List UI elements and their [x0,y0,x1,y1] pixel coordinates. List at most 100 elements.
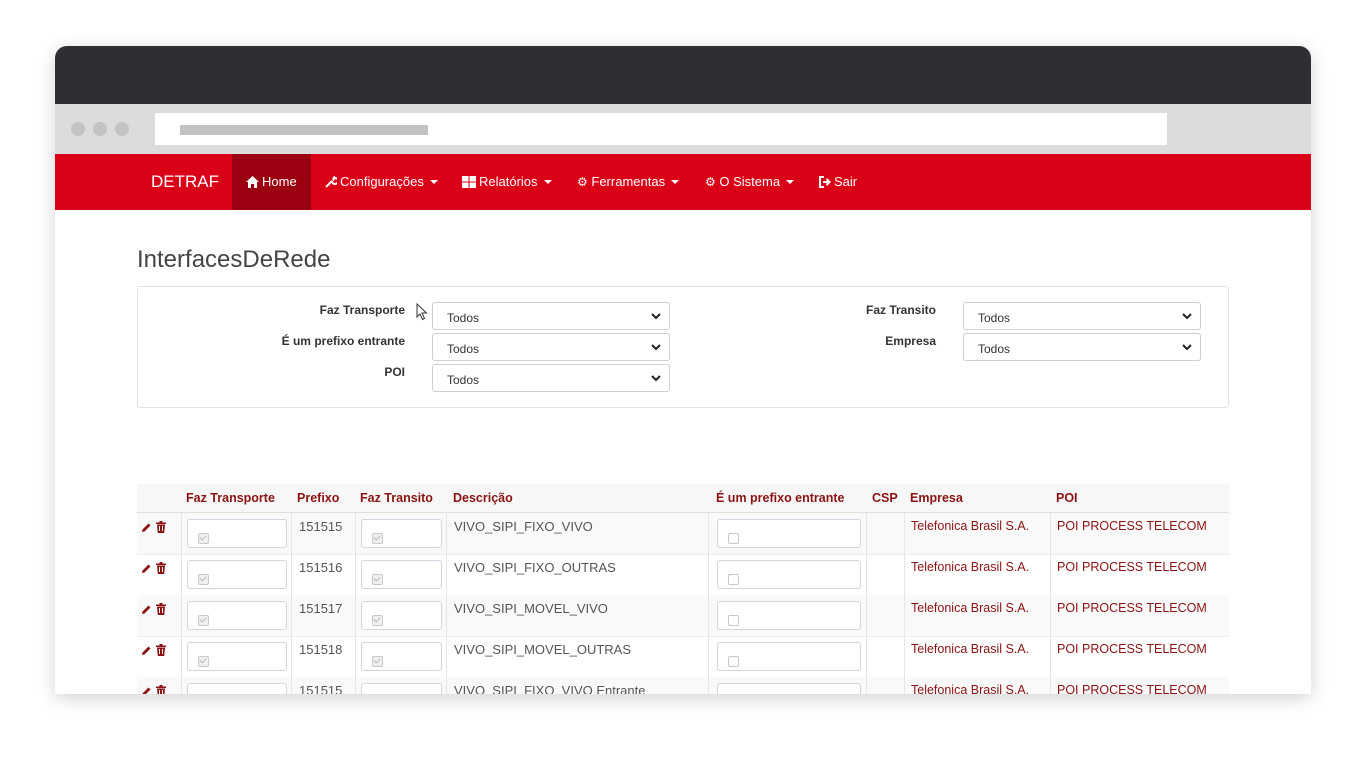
faz-transito-field[interactable] [361,683,442,694]
prefixo-entrante-field[interactable] [717,601,861,630]
poi-select[interactable]: Todos [432,364,670,392]
nav-o-sistema[interactable]: ⚙ O Sistema [705,154,795,210]
header-prefixo[interactable]: Prefixo [297,484,339,512]
prefixo-entrante-select-value: Todos [447,342,480,356]
prefixo-entrante-checkbox[interactable] [728,656,739,667]
faz-transito-field[interactable] [361,519,442,548]
empresa-link[interactable]: Telefonica Brasil S.A. [911,683,1029,694]
chevron-down-icon [543,180,552,184]
header-descricao[interactable]: Descrição [453,484,513,512]
poi-link[interactable]: POI PROCESS TELECOM [1057,601,1207,615]
faz-transito-field[interactable] [361,560,442,589]
faz-transporte-checkbox[interactable] [198,656,209,667]
table-row: 151518 VIVO_SIPI_MOVEL_OUTRAS Telefonica B… [137,636,1229,678]
column-divider [1050,677,1051,694]
chevron-down-icon [651,313,661,320]
prefixo-entrante-field[interactable] [717,560,861,589]
address-bar[interactable] [155,113,1167,145]
header-prefixo-entrante[interactable]: É um prefixo entrante [716,484,845,512]
faz-transito-checkbox[interactable] [372,615,383,626]
home-icon [246,176,259,188]
nav-configuracoes[interactable]: Configurações [325,154,438,210]
pencil-icon[interactable] [141,562,152,577]
nav-home[interactable]: Home [232,154,311,210]
empresa-link[interactable]: Telefonica Brasil S.A. [911,601,1029,615]
pencil-icon[interactable] [141,644,152,659]
faz-transporte-field[interactable] [187,642,287,671]
faz-transito-select[interactable]: Todos [963,302,1201,330]
faz-transito-field[interactable] [361,601,442,630]
poi-link[interactable]: POI PROCESS TELECOM [1057,519,1207,533]
window-maximize-dot[interactable] [115,122,129,136]
header-csp[interactable]: CSP [872,484,898,512]
table-row: 151515 VIVO_SIPI_FIXO_VIVO Entrante Telefo… [137,677,1229,694]
chevron-down-icon [651,375,661,382]
column-divider [866,554,867,595]
chevron-down-icon [786,180,795,184]
header-faz-transito[interactable]: Faz Transito [360,484,433,512]
faz-transporte-select[interactable]: Todos [432,302,670,330]
poi-link[interactable]: POI PROCESS TELECOM [1057,683,1207,694]
prefixo-entrante-checkbox[interactable] [728,574,739,585]
faz-transito-checkbox[interactable] [372,533,383,544]
faz-transporte-field[interactable] [187,519,287,548]
header-faz-transporte[interactable]: Faz Transporte [186,484,275,512]
faz-transporte-checkbox[interactable] [198,533,209,544]
faz-transporte-checkbox[interactable] [198,574,209,585]
mouse-cursor-icon [416,303,428,321]
filter-panel: Faz Transporte Todos É um prefixo entran… [137,286,1229,408]
row-actions [141,685,170,694]
empresa-link[interactable]: Telefonica Brasil S.A. [911,560,1029,574]
prefixo-entrante-field[interactable] [717,683,861,694]
trash-icon[interactable] [156,644,166,659]
logout-icon [819,176,831,188]
faz-transporte-checkbox[interactable] [198,615,209,626]
trash-icon[interactable] [156,603,166,618]
chevron-down-icon [1182,313,1192,320]
empresa-link[interactable]: Telefonica Brasil S.A. [911,519,1029,533]
faz-transporte-field[interactable] [187,560,287,589]
prefixo-entrante-field[interactable] [717,642,861,671]
nav-relatorios[interactable]: Relatórios [462,154,552,210]
column-divider [181,554,182,595]
nav-ferramentas[interactable]: ⚙ Ferramentas [577,154,680,210]
column-divider [355,595,356,636]
pencil-icon[interactable] [141,685,152,694]
prefixo-entrante-select[interactable]: Todos [432,333,670,361]
empresa-link[interactable]: Telefonica Brasil S.A. [911,642,1029,656]
faz-transito-checkbox[interactable] [372,574,383,585]
window-close-dot[interactable] [71,122,85,136]
pencil-icon[interactable] [141,603,152,618]
faz-transito-field[interactable] [361,642,442,671]
header-empresa[interactable]: Empresa [910,484,963,512]
poi-link[interactable]: POI PROCESS TELECOM [1057,642,1207,656]
trash-icon[interactable] [156,685,166,694]
faz-transito-checkbox[interactable] [372,656,383,667]
nav-sair-label: Sair [834,174,858,189]
poi-link[interactable]: POI PROCESS TELECOM [1057,560,1207,574]
trash-icon[interactable] [156,562,166,577]
faz-transporte-field[interactable] [187,683,287,694]
header-poi[interactable]: POI [1056,484,1078,512]
column-divider [446,636,447,677]
pencil-icon[interactable] [141,521,152,536]
brand-logo[interactable]: DETRAF [151,154,219,210]
prefixo-entrante-field[interactable] [717,519,861,548]
prefixo-entrante-checkbox[interactable] [728,615,739,626]
empresa-select[interactable]: Todos [963,333,1201,361]
column-divider [904,677,905,694]
window-minimize-dot[interactable] [93,122,107,136]
column-divider [446,595,447,636]
poi-select-value: Todos [447,373,480,387]
trash-icon[interactable] [156,521,166,536]
nav-sair[interactable]: Sair [818,154,857,210]
grid-icon [462,176,476,188]
row-actions [141,562,170,577]
gear-icon: ⚙ [577,175,588,189]
prefixo-entrante-checkbox[interactable] [728,533,739,544]
empresa-select-value: Todos [978,342,1011,356]
column-divider [291,513,292,554]
column-divider [181,595,182,636]
faz-transporte-field[interactable] [187,601,287,630]
column-divider [446,554,447,595]
